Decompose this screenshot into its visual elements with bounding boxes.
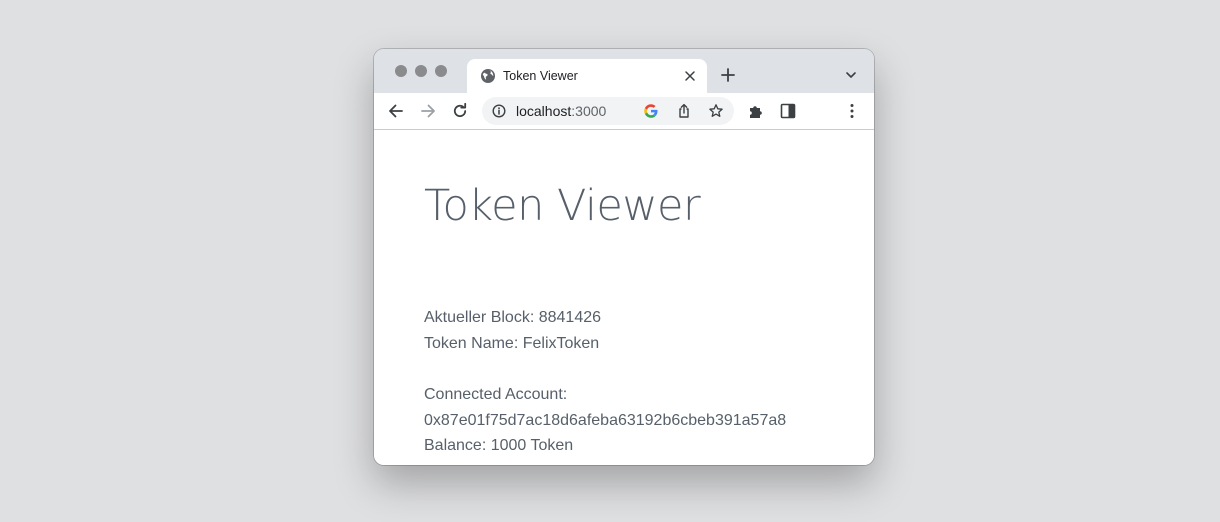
url-text[interactable]: localhost:3000 <box>516 103 606 119</box>
kebab-menu-icon[interactable] <box>843 102 861 120</box>
page-title: Token Viewer <box>424 181 701 231</box>
page-content: Token Viewer Aktueller Block: 8841426 To… <box>374 130 874 465</box>
tab-strip: Token Viewer <box>374 49 874 93</box>
puzzle-icon[interactable] <box>747 102 765 120</box>
tab-title: Token Viewer <box>503 69 578 83</box>
share-icon[interactable] <box>676 103 692 119</box>
token-name-label: Token Name: <box>424 335 519 352</box>
window-close-dot[interactable] <box>395 65 407 77</box>
reload-icon[interactable] <box>451 102 469 120</box>
url-port: :3000 <box>571 103 607 119</box>
google-icon[interactable] <box>643 103 659 119</box>
browser-window: Token Viewer localhost:3000 Token Viewer… <box>374 49 874 465</box>
token-name-value: FelixToken <box>522 335 600 352</box>
star-icon[interactable] <box>708 103 724 119</box>
address-bar[interactable]: localhost:3000 <box>482 97 734 125</box>
balance-value: 1000 <box>490 437 527 454</box>
block-label: Aktueller Block: <box>424 309 535 326</box>
chevron-down-icon[interactable] <box>844 68 858 82</box>
balance-label: Balance: <box>424 437 487 454</box>
globe-icon <box>481 69 495 83</box>
arrow-left-icon[interactable] <box>387 102 405 120</box>
token-name-info: Token Name: FelixToken <box>424 334 599 354</box>
arrow-right-icon[interactable] <box>419 102 437 120</box>
browser-toolbar: localhost:3000 <box>374 93 874 130</box>
account-address: 0x87e01f75d7ac18d6afeba63192b6cbeb391a57… <box>424 412 787 429</box>
plus-icon[interactable] <box>720 67 736 83</box>
block-info: Aktueller Block: 8841426 <box>424 308 601 328</box>
account-label: Connected Account: <box>424 386 568 403</box>
close-icon[interactable] <box>682 68 698 84</box>
info-icon[interactable] <box>492 104 506 118</box>
window-minimize-dot[interactable] <box>415 65 427 77</box>
side-panel-icon[interactable] <box>779 102 797 120</box>
block-number: 8841426 <box>538 309 602 326</box>
tab-token-viewer[interactable]: Token Viewer <box>467 59 707 93</box>
window-zoom-dot[interactable] <box>435 65 447 77</box>
url-host: localhost <box>516 103 572 119</box>
balance-info: Balance: 1000 Token <box>424 436 573 456</box>
balance-unit: Token <box>530 437 574 454</box>
